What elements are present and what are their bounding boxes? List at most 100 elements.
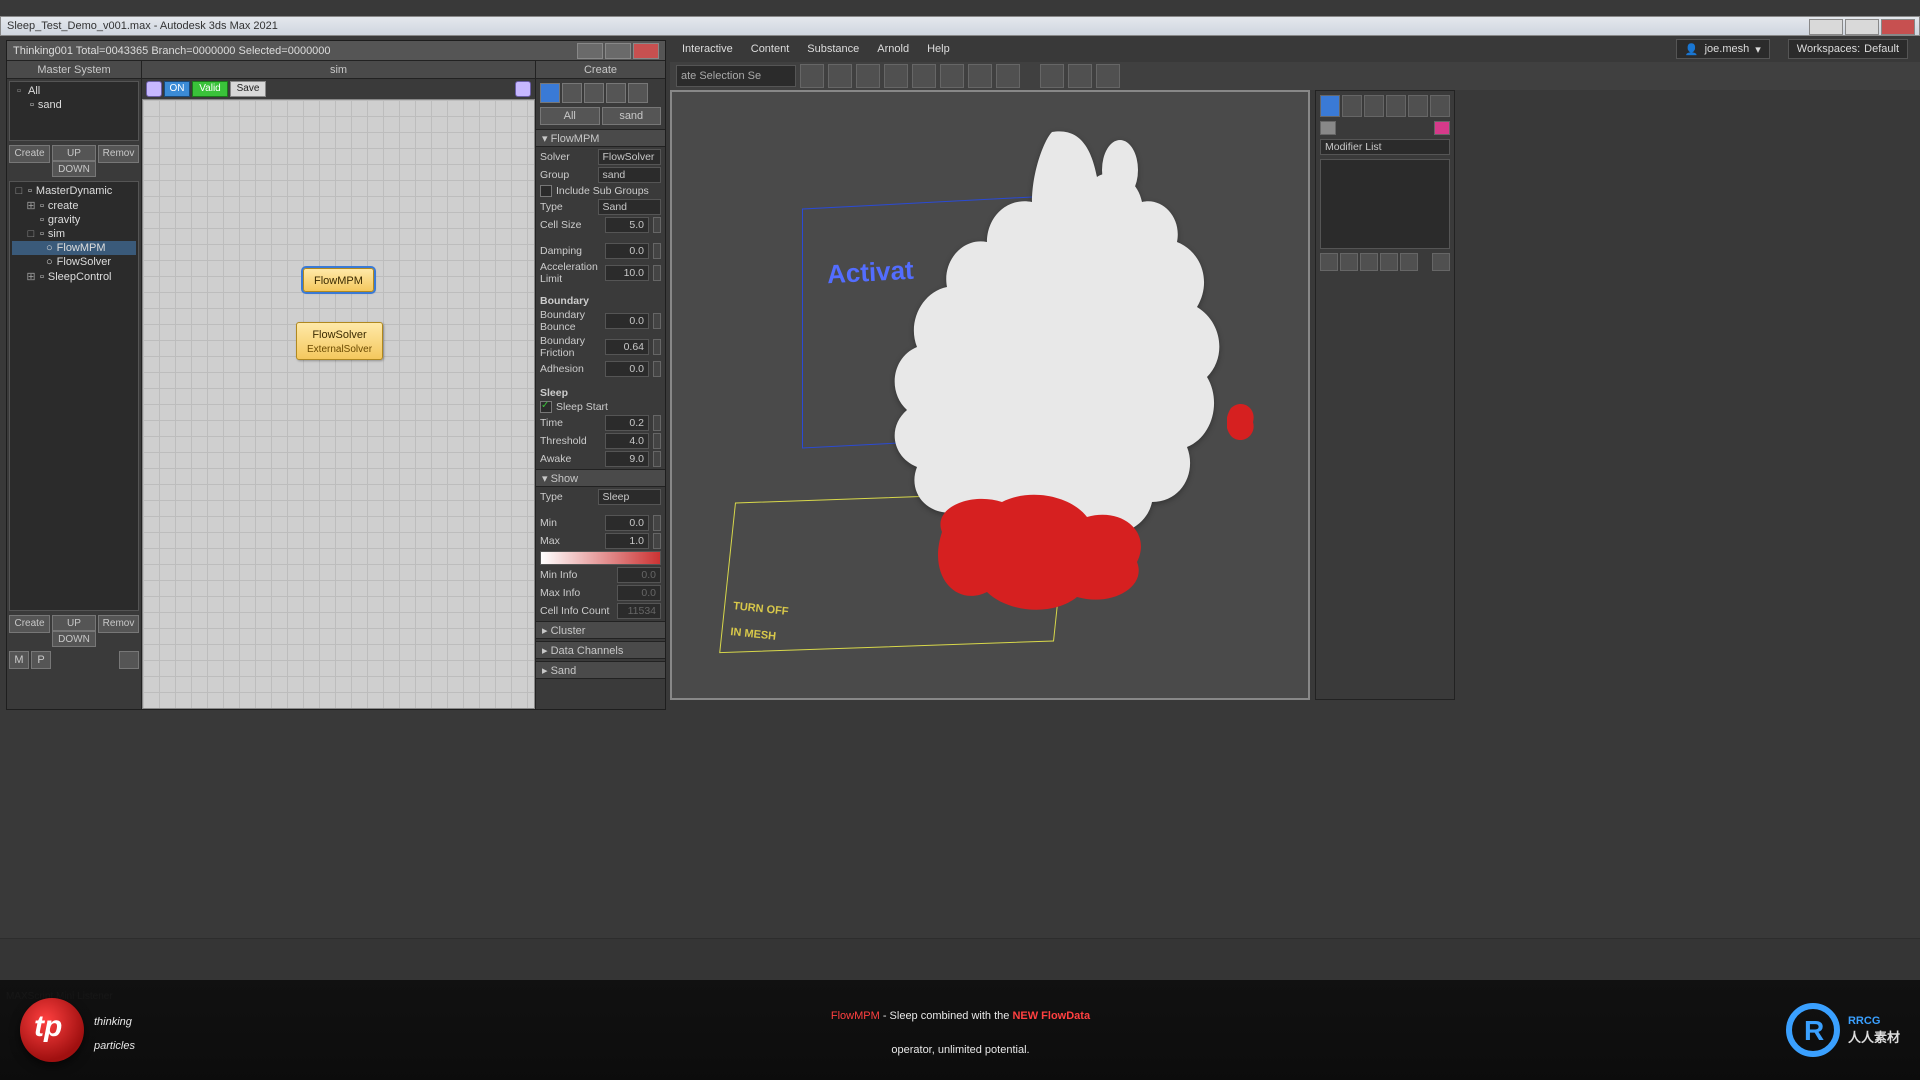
create-button[interactable]: Create (9, 615, 50, 633)
node-flowsolver[interactable]: FlowSolver ExternalSolver (296, 322, 383, 360)
toolbar-icon[interactable] (996, 64, 1020, 88)
category-icon[interactable] (540, 83, 560, 103)
toolbar-icon[interactable] (1068, 64, 1092, 88)
tree-row-sand[interactable]: ▫sand (12, 98, 136, 112)
tab-all[interactable]: All (540, 107, 600, 125)
up-button[interactable]: UP (52, 145, 96, 161)
port-left[interactable] (146, 81, 162, 97)
tree-row[interactable]: ⊞▫SleepControl (12, 269, 136, 284)
on-button[interactable]: ON (164, 81, 190, 97)
teapot-icon[interactable] (119, 651, 139, 669)
spinner-icon[interactable] (653, 361, 661, 377)
stack-icon[interactable] (1400, 253, 1418, 271)
thinking-titlebar[interactable]: Thinking001 Total=0043365 Branch=0000000… (7, 41, 665, 61)
awake-spinner[interactable]: 9.0 (605, 451, 649, 467)
up-button[interactable]: UP (52, 615, 96, 631)
save-button[interactable]: Save (230, 81, 266, 97)
spinner-icon[interactable] (653, 515, 661, 531)
type-select[interactable]: Sand (598, 199, 662, 215)
rollout-show[interactable]: ▾ Show (536, 469, 665, 487)
port-right[interactable] (515, 81, 531, 97)
dynamic-tree[interactable]: □▫MasterDynamic ⊞▫create ▫gravity □▫sim … (9, 181, 139, 611)
cellsize-spinner[interactable]: 5.0 (605, 217, 649, 233)
modifier-stack[interactable] (1320, 159, 1450, 249)
user-dropdown[interactable]: 👤 joe.mesh ▾ (1676, 39, 1770, 59)
time-spinner[interactable]: 0.2 (605, 415, 649, 431)
toolbar-icon[interactable] (912, 64, 936, 88)
tree-row-flowmpm[interactable]: ○FlowMPM (12, 241, 136, 255)
menu-help[interactable]: Help (927, 43, 950, 55)
max-spinner[interactable]: 1.0 (605, 533, 649, 549)
remove-button[interactable]: Remov (98, 615, 139, 633)
toolbar-icon[interactable] (828, 64, 852, 88)
threshold-spinner[interactable]: 4.0 (605, 433, 649, 449)
spinner-icon[interactable] (653, 217, 661, 233)
viewport-perspective[interactable]: Activat TURN OFFIN MESH (670, 90, 1310, 700)
rollout-cluster[interactable]: ▸ Cluster (536, 621, 665, 639)
stack-icon[interactable] (1380, 253, 1398, 271)
tree-row[interactable]: □▫MasterDynamic (12, 184, 136, 198)
menu-substance[interactable]: Substance (807, 43, 859, 55)
spinner-icon[interactable] (653, 243, 661, 259)
showtype-select[interactable]: Sleep (598, 489, 662, 505)
spinner-icon[interactable] (653, 313, 661, 329)
modify-tab-icon[interactable] (1342, 95, 1362, 117)
down-button[interactable]: DOWN (52, 631, 96, 647)
tree-row[interactable]: □▫sim (12, 227, 136, 241)
selection-set-dropdown[interactable]: ate Selection Se (676, 65, 796, 87)
toolbar-icon[interactable] (1096, 64, 1120, 88)
utilities-tab-icon[interactable] (1430, 95, 1450, 117)
rollout-flowmpm[interactable]: ▾ FlowMPM (536, 129, 665, 147)
adhesion-spinner[interactable]: 0.0 (605, 361, 649, 377)
rollout-datachannels[interactable]: ▸ Data Channels (536, 641, 665, 659)
toolbar-icon[interactable] (1040, 64, 1064, 88)
close-button[interactable] (1881, 19, 1915, 35)
sleep-start-check[interactable] (540, 401, 552, 413)
toolbar-icon[interactable] (800, 64, 824, 88)
node-graph-canvas[interactable]: FlowMPM FlowSolver ExternalSolver (142, 99, 535, 709)
tree-row-flowsolver[interactable]: ○FlowSolver (12, 255, 136, 269)
minimize-button[interactable] (1809, 19, 1843, 35)
modifier-list-dropdown[interactable]: Modifier List (1320, 139, 1450, 155)
spinner-icon[interactable] (653, 533, 661, 549)
gradient-bar[interactable] (540, 551, 661, 565)
friction-spinner[interactable]: 0.64 (605, 339, 649, 355)
toolbar-icon[interactable] (940, 64, 964, 88)
toolbar-icon[interactable] (884, 64, 908, 88)
minimize-button[interactable] (577, 43, 603, 59)
category-icon[interactable] (562, 83, 582, 103)
p-button[interactable]: P (31, 651, 51, 669)
tree-row[interactable]: ⊞▫create (12, 198, 136, 213)
menu-content[interactable]: Content (751, 43, 790, 55)
tree-row[interactable]: ▫gravity (12, 213, 136, 227)
remove-button[interactable]: Remov (98, 145, 139, 163)
spinner-icon[interactable] (653, 433, 661, 449)
down-button[interactable]: DOWN (52, 161, 96, 177)
min-spinner[interactable]: 0.0 (605, 515, 649, 531)
spinner-icon[interactable] (653, 339, 661, 355)
category-icon[interactable] (628, 83, 648, 103)
tree-row-all[interactable]: ▫All (12, 84, 136, 98)
stack-icon[interactable] (1360, 253, 1378, 271)
damping-spinner[interactable]: 0.0 (605, 243, 649, 259)
maximize-button[interactable] (605, 43, 631, 59)
group-tree[interactable]: ▫All ▫sand (9, 81, 139, 141)
tab-sand[interactable]: sand (602, 107, 662, 125)
close-button[interactable] (633, 43, 659, 59)
display-tab-icon[interactable] (1408, 95, 1428, 117)
solver-select[interactable]: FlowSolver (598, 149, 662, 165)
valid-button[interactable]: Valid (192, 81, 228, 97)
m-button[interactable]: M (9, 651, 29, 669)
maximize-button[interactable] (1845, 19, 1879, 35)
workspace-selector[interactable]: Workspaces: Default (1788, 39, 1908, 59)
toolbar-icon[interactable] (968, 64, 992, 88)
spinner-icon[interactable] (653, 265, 661, 281)
menu-arnold[interactable]: Arnold (877, 43, 909, 55)
motion-tab-icon[interactable] (1386, 95, 1406, 117)
include-subgroups-check[interactable] (540, 185, 552, 197)
colorswatch[interactable] (1320, 121, 1336, 135)
stack-icon[interactable] (1340, 253, 1358, 271)
accel-spinner[interactable]: 10.0 (605, 265, 649, 281)
category-icon[interactable] (606, 83, 626, 103)
category-icon[interactable] (584, 83, 604, 103)
